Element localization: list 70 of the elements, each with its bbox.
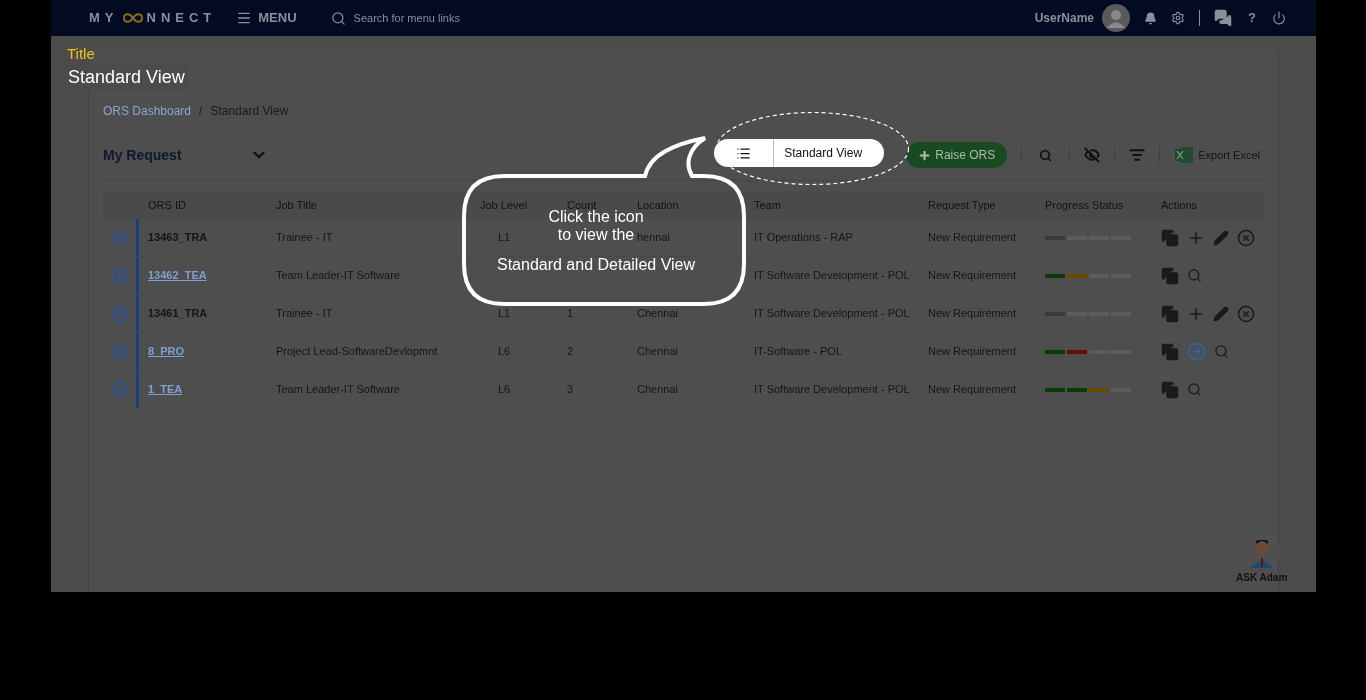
search-icon[interactable] (1039, 148, 1053, 162)
table-cell: Project Lead-SoftwareDevlopmnt (276, 345, 438, 358)
request-id-link[interactable]: 1_TEA (148, 381, 183, 398)
callout-text-line: to view the (557, 226, 635, 244)
menu-button[interactable]: MENU (236, 8, 297, 28)
expand-row-icon[interactable] (110, 380, 129, 399)
hide-icon[interactable] (1084, 147, 1101, 163)
table-cell: New Requirement (928, 307, 1017, 320)
view-toggle[interactable]: Standard View (714, 139, 885, 167)
table-cell: IT-Software - POL (754, 345, 843, 358)
column-header: Progress Status (1045, 198, 1124, 211)
pencil-icon[interactable] (1213, 305, 1229, 322)
search-field[interactable]: Search for menu links (353, 9, 554, 27)
spreadsheet-icon (1174, 145, 1195, 165)
overlay-caption: Title (67, 44, 95, 64)
table-cell: New Requirement (928, 269, 1017, 282)
table-cell: Chennai (637, 383, 678, 396)
table-cell: hennai (637, 231, 671, 244)
callout-text-line: Standard and Detailed View (496, 256, 696, 274)
avatar-icon[interactable] (1102, 4, 1131, 32)
search-icon[interactable] (1187, 382, 1202, 397)
chat-icon[interactable] (1214, 9, 1233, 27)
filter-icon[interactable] (1129, 147, 1146, 163)
expand-row-icon[interactable] (110, 228, 129, 247)
user-name: UserName (1034, 10, 1095, 27)
cancel-icon[interactable] (1237, 304, 1255, 323)
breadcrumb-separator: / (199, 103, 203, 120)
copy-icon[interactable] (1161, 228, 1179, 247)
table-cell: Chennai (637, 307, 678, 320)
copy-icon[interactable] (1161, 266, 1179, 285)
raise-ors-button[interactable]: Raise ORS (906, 142, 1008, 168)
column-header: Location (637, 198, 679, 211)
table-cell: New Requirement (928, 345, 1017, 358)
menu-icon (236, 10, 253, 26)
cancel-icon[interactable] (1237, 228, 1255, 247)
request-id: 13461_TRA (148, 306, 208, 322)
settings-icon[interactable] (1171, 11, 1186, 25)
copy-icon[interactable] (1161, 304, 1179, 323)
export-excel-button[interactable]: Export Excel (1174, 145, 1260, 165)
search-icon[interactable] (1214, 344, 1229, 359)
breadcrumb-link[interactable]: ORS Dashboard (103, 102, 192, 120)
assistant-label[interactable]: ASK Adam (1236, 570, 1288, 585)
column-header: Actions (1161, 198, 1198, 211)
search-icon[interactable] (1187, 268, 1202, 283)
column-header: Count (567, 198, 597, 211)
request-id: 13463_TRA (148, 230, 208, 246)
infinity-logo-icon (121, 13, 144, 23)
plus-icon (918, 148, 932, 162)
list-icon (736, 145, 752, 161)
copy-icon[interactable] (1161, 342, 1179, 361)
search-icon (330, 10, 346, 26)
logo-text: MY (89, 9, 119, 28)
callout-text-line: Click the icon (548, 208, 644, 226)
table-cell: 3 (567, 383, 574, 396)
logo-text: NNECT (146, 9, 217, 28)
help-button[interactable]: ? (1246, 8, 1258, 28)
request-id-link[interactable]: 8_PRO (148, 343, 185, 360)
request-dropdown[interactable]: My Request (103, 144, 268, 166)
arrow-right-icon[interactable] (1187, 342, 1206, 361)
expand-row-icon[interactable] (110, 304, 129, 323)
request-id-link[interactable]: 13462_TEA (148, 267, 207, 284)
power-icon[interactable] (1272, 11, 1286, 25)
expand-row-icon[interactable] (110, 342, 129, 361)
table-cell: Chennai (637, 345, 678, 358)
pencil-icon[interactable] (1213, 229, 1229, 246)
notification-icon[interactable] (1144, 11, 1158, 25)
table-cell: New Requirement (928, 231, 1017, 244)
table-cell: New Requirement (928, 383, 1017, 396)
expand-row-icon[interactable] (110, 266, 129, 285)
copy-icon[interactable] (1161, 380, 1179, 399)
